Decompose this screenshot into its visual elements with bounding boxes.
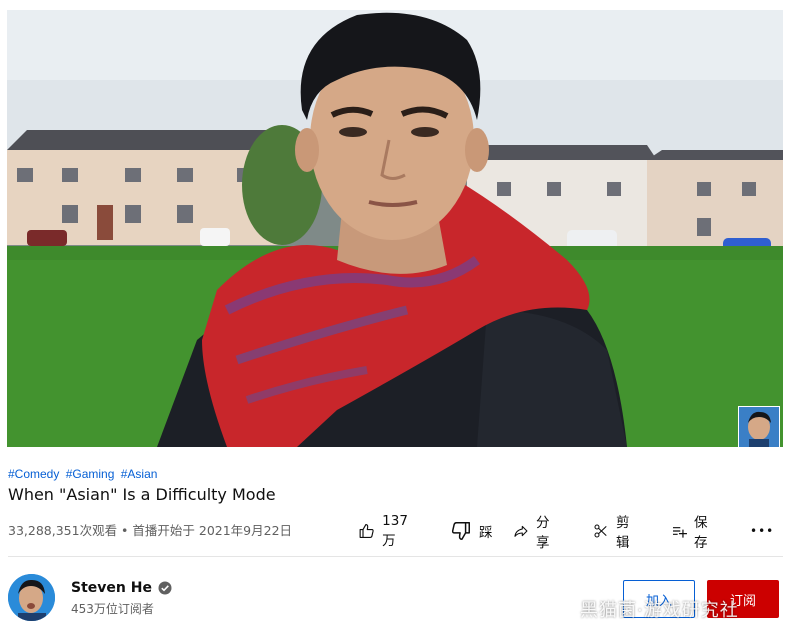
save-to-playlist-button[interactable]: 保存 [671,515,714,551]
section-divider [8,556,783,557]
share-arrow-icon [514,525,528,537]
subscribe-label: 订阅 [729,593,756,609]
video-title: When "Asian" Is a Difficulty Mode [8,485,276,504]
join-label: 加入 [645,593,672,609]
more-icon: ••• [750,524,775,538]
share-button[interactable]: 分享 [513,515,556,551]
video-player[interactable] [7,10,783,447]
thumbs-down-icon [451,522,470,540]
subscriber-count: 453万位订阅者 [71,602,154,616]
join-membership-button[interactable]: 加入 [623,580,695,618]
video-view-count-and-date: 33,288,351次观看 • 首播开始于 2021年9月22日 [8,523,293,538]
hashtag-comedy[interactable]: #Comedy [8,467,59,481]
hashtag-gaming[interactable]: #Gaming [66,467,115,481]
channel-name-row: Steven He [71,580,172,596]
clip-label: 剪辑 [615,515,630,551]
like-count: 137万 [382,513,408,549]
more-actions-button[interactable]: ••• [750,519,774,543]
video-frame-scene [7,10,783,447]
like-button[interactable]: 137万 [358,513,413,549]
dislike-button[interactable]: 踩 [450,519,493,543]
scissors-icon [594,524,607,538]
hashtag-list: #Comedy #Gaming #Asian [8,467,160,481]
playlist-add-icon [672,527,687,538]
channel-avatar[interactable] [8,574,55,621]
dislike-label: 踩 [479,525,493,541]
channel-name[interactable]: Steven He [71,580,152,596]
subscribe-button[interactable]: 订阅 [707,580,779,618]
channel-watermark-thumbnail[interactable] [738,406,780,447]
hashtag-asian[interactable]: #Asian [121,467,158,481]
verified-check-icon [158,581,172,595]
thumbs-up-icon [359,523,374,539]
share-label: 分享 [535,515,550,551]
save-label: 保存 [693,515,708,551]
clip-button[interactable]: 剪辑 [593,515,636,551]
